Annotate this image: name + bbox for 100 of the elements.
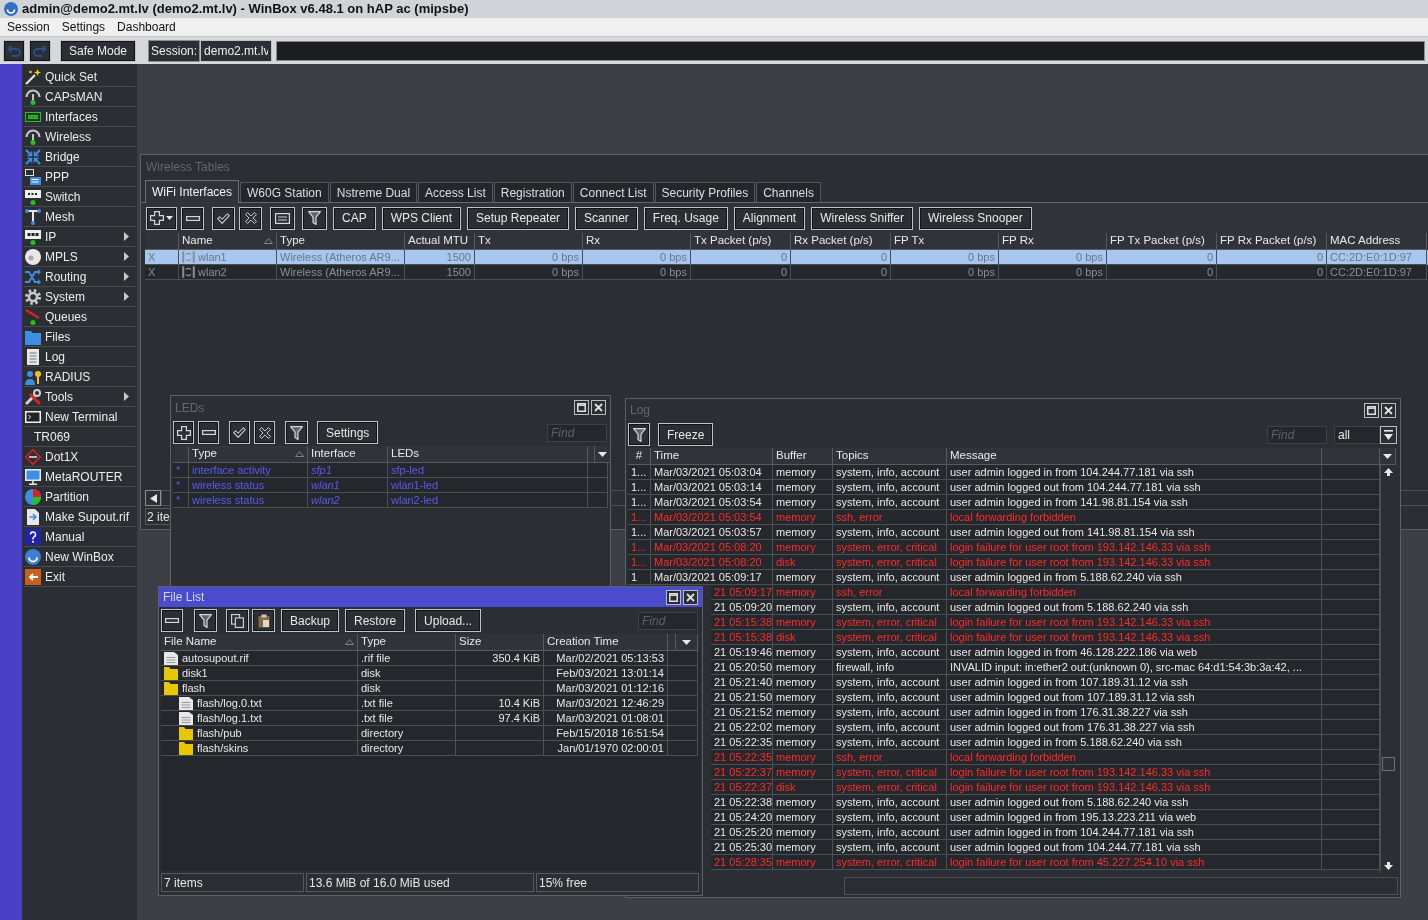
- toolbar-button[interactable]: Upload...: [415, 609, 482, 632]
- filter-button[interactable]: [302, 206, 327, 230]
- column-header[interactable]: FP Rx Packet (p/s): [1217, 233, 1327, 250]
- column-header[interactable]: Name: [179, 233, 277, 250]
- tab[interactable]: Channels: [756, 182, 821, 202]
- menu-item[interactable]: Manual: [24, 527, 135, 547]
- log-row[interactable]: 21 05:15:38 disk system, error, critical login failure for user root from 193.142.146.33 via ssh: [711, 630, 1380, 645]
- scroll-left-button[interactable]: [145, 490, 161, 506]
- menu-item[interactable]: Make Supout.rif: [24, 507, 135, 527]
- column-header[interactable]: FP Rx: [999, 233, 1107, 250]
- log-row[interactable]: 1... Mar/03/2021 05:08:20 disk system, error, critical login failure for user root from 193.142.146.33 via ssh: [628, 555, 1380, 570]
- freeze-button[interactable]: Freeze: [658, 423, 714, 446]
- menu-item[interactable]: PPP: [24, 167, 135, 187]
- scroll-thumb[interactable]: [1382, 757, 1395, 771]
- column-header[interactable]: File Name: [161, 634, 358, 651]
- maximize-button[interactable]: [1364, 402, 1379, 418]
- redo-button[interactable]: [29, 39, 51, 62]
- column-header[interactable]: LEDs: [388, 446, 588, 463]
- add-button[interactable]: [146, 206, 177, 230]
- tab[interactable]: Nstreme Dual: [329, 182, 418, 202]
- column-menu-button[interactable]: [1380, 448, 1396, 465]
- remove-button[interactable]: [181, 206, 204, 230]
- topic-field[interactable]: all: [1334, 425, 1380, 444]
- log-row[interactable]: 21 05:25:20 memory system, info, account user admin logged in from 104.244.77.181 via ssh: [711, 825, 1380, 840]
- log-row[interactable]: 21 05:19:46 memory system, info, account user admin logged in from 46.128.222.186 via web: [711, 645, 1380, 660]
- log-row[interactable]: 1... Mar/03/2021 05:03:04 memory system, info, account user admin logged in from 104.244.77.181 via ssh: [628, 465, 1380, 480]
- log-row[interactable]: 21 05:25:30 memory system, info, account user admin logged out from 104.244.77.181 via ssh: [711, 840, 1380, 855]
- close-button[interactable]: [591, 400, 606, 415]
- close-button[interactable]: [1381, 402, 1396, 418]
- menu-item[interactable]: Wireless: [24, 127, 135, 147]
- column-header[interactable]: Actual MTU: [405, 233, 475, 250]
- log-row[interactable]: 21 05:22:02 memory system, info, account user admin logged out from 176.31.38.227 via ssh: [711, 720, 1380, 735]
- tab[interactable]: Connect List: [572, 182, 654, 202]
- disable-button[interactable]: [239, 206, 262, 230]
- filter-button[interactable]: [194, 609, 217, 632]
- maximize-button[interactable]: [574, 400, 589, 415]
- log-row[interactable]: 21 05:21:52 memory system, info, account user admin logged in from 176.31.38.227 via ssh: [711, 705, 1380, 720]
- log-row[interactable]: 21 05:22:37 disk system, error, critical login failure for user root from 193.142.146.33 via ssh: [711, 780, 1380, 795]
- find-field[interactable]: Find: [547, 423, 607, 442]
- column-header[interactable]: MAC Address: [1327, 233, 1427, 250]
- menu-item[interactable]: Tools: [24, 387, 135, 407]
- menu-item[interactable]: MetaROUTER: [24, 467, 135, 487]
- menu-item[interactable]: Queues: [24, 307, 135, 327]
- column-header[interactable]: Interface: [308, 446, 388, 463]
- menu-item[interactable]: CAPsMAN: [24, 87, 135, 107]
- column-header[interactable]: Creation Time: [544, 634, 668, 651]
- log-row[interactable]: 1... Mar/03/2021 05:08:20 memory system, error, critical login failure for user root from 193.142.146.33 via ssh: [628, 540, 1380, 555]
- log-row[interactable]: 21 05:21:50 memory system, info, account user admin logged out from 107.189.31.12 via ssh: [711, 690, 1380, 705]
- toolbar-button[interactable]: Freq. Usage: [643, 206, 728, 230]
- toolbar-button[interactable]: Wireless Sniffer: [811, 206, 914, 230]
- file-row[interactable]: flash/skins directory Jan/01/1970 02:00:01: [161, 741, 700, 756]
- menu-item[interactable]: MPLS: [24, 247, 135, 267]
- tab[interactable]: W60G Station: [240, 182, 329, 202]
- file-row[interactable]: autosupout.rif .rif file 350.4 KiB Mar/02/2021 05:13:53: [161, 651, 700, 666]
- paste-button[interactable]: [252, 609, 275, 632]
- menu-item[interactable]: Dashboard: [111, 18, 182, 36]
- tab[interactable]: Registration: [493, 182, 572, 202]
- column-menu-button[interactable]: [676, 634, 698, 651]
- log-row[interactable]: 21 05:15:38 memory system, error, critical login failure for user root from 193.142.146.33 via ssh: [711, 615, 1380, 630]
- menu-item[interactable]: New WinBox: [24, 547, 135, 567]
- copy-button[interactable]: [226, 609, 249, 632]
- menu-item[interactable]: Dot1X: [24, 447, 135, 467]
- undo-button[interactable]: [3, 39, 25, 62]
- dropdown-button[interactable]: [1380, 425, 1397, 444]
- menu-item[interactable]: Files: [24, 327, 135, 347]
- menu-item[interactable]: New Terminal: [24, 407, 135, 427]
- toolbar-button[interactable]: Backup: [281, 609, 340, 632]
- toolbar-button[interactable]: Setup Repeater: [467, 206, 570, 230]
- comment-button[interactable]: [270, 206, 295, 230]
- add-button[interactable]: [173, 421, 194, 444]
- column-header[interactable]: Size: [456, 634, 544, 651]
- log-row[interactable]: 21 05:09:20 memory system, info, account user admin logged out from 5.188.62.240 via ssh: [711, 600, 1380, 615]
- toolbar-button[interactable]: CAP: [333, 206, 376, 230]
- toolbar-button[interactable]: Wireless Snooper: [919, 206, 1032, 230]
- file-row[interactable]: flash/log.1.txt .txt file 97.4 KiB Mar/03/2021 01:08:01: [161, 711, 700, 726]
- find-field[interactable]: Find: [1267, 425, 1327, 444]
- column-header[interactable]: FP Tx Packet (p/s): [1107, 233, 1217, 250]
- safe-mode-button[interactable]: Safe Mode: [60, 39, 137, 62]
- menu-item[interactable]: IP: [24, 227, 135, 247]
- file-row[interactable]: flash/pub directory Feb/15/2018 16:51:54: [161, 726, 700, 741]
- menu-item[interactable]: Log: [24, 347, 135, 367]
- log-row[interactable]: 1... Mar/03/2021 05:03:54 memory ssh, error local forwarding forbidden: [628, 510, 1380, 525]
- file-row[interactable]: disk1 disk Feb/03/2021 13:01:14: [161, 666, 700, 681]
- log-row[interactable]: 21 05:28:35 memory system, error, critical login failure for user root from 45.227.254.10 via ssh: [711, 855, 1380, 870]
- column-header[interactable]: Message: [947, 448, 1322, 465]
- remove-button[interactable]: [161, 609, 183, 632]
- log-row[interactable]: 1 Mar/03/2021 05:09:17 memory system, info, account user admin logged in from 5.188.62.240 via ssh: [628, 570, 1380, 585]
- enable-button[interactable]: [229, 421, 250, 444]
- toolbar-button[interactable]: Alignment: [733, 206, 806, 230]
- column-header[interactable]: Type: [358, 634, 456, 651]
- settings-button[interactable]: Settings: [317, 421, 379, 444]
- log-row[interactable]: 21 05:21:40 memory system, info, account user admin logged in from 107.189.31.12 via ssh: [711, 675, 1380, 690]
- column-header[interactable]: Rx: [583, 233, 691, 250]
- column-header[interactable]: Tx: [475, 233, 583, 250]
- log-row[interactable]: 21 05:22:37 memory system, error, critical login failure for user root from 193.142.146.33 via ssh: [711, 765, 1380, 780]
- menu-item[interactable]: Partition: [24, 487, 135, 507]
- toolbar-button[interactable]: Scanner: [575, 206, 638, 230]
- menu-item[interactable]: RADIUS: [24, 367, 135, 387]
- log-row[interactable]: 1... Mar/03/2021 05:03:14 memory system, info, account user admin logged out from 104.244.77.181 via ssh: [628, 480, 1380, 495]
- menu-item[interactable]: Switch: [24, 187, 135, 207]
